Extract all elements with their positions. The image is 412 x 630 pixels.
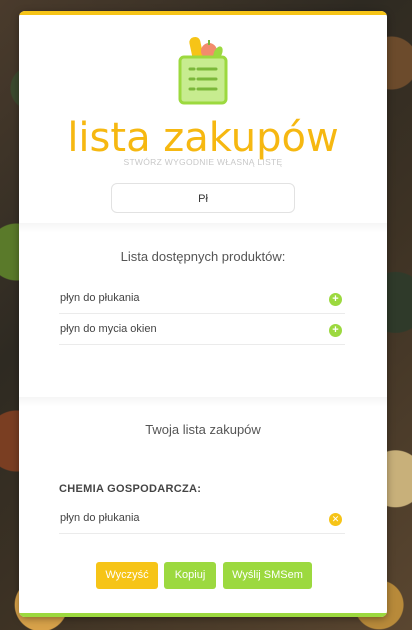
header: lista zakupów STWÓRZ WYGODNIE WŁASNĄ LIS… (19, 15, 387, 225)
shopping-list-card: lista zakupów STWÓRZ WYGODNIE WŁASNĄ LIS… (19, 11, 387, 617)
available-products-title: Lista dostępnych produktów: (120, 249, 286, 264)
section-divider (19, 223, 387, 233)
add-product-icon[interactable]: + (329, 293, 342, 306)
app-subtitle: STWÓRZ WYGODNIE WŁASNĄ LISTĘ (123, 157, 283, 167)
product-label: płyn do mycia okien (60, 323, 157, 335)
product-label: płyn do płukania (60, 512, 140, 524)
add-product-icon[interactable]: + (329, 324, 342, 337)
available-product-row[interactable]: płyn do mycia okien + (59, 315, 345, 345)
available-product-row[interactable]: płyn do płukania + (59, 284, 345, 314)
product-label: płyn do płukania (60, 292, 140, 304)
clear-button[interactable]: Wyczyść (96, 562, 158, 589)
app-title: lista zakupów (67, 115, 339, 161)
grocery-bag-icon (178, 36, 228, 105)
bottom-accent-bar (19, 613, 387, 617)
remove-product-icon[interactable]: ✕ (329, 513, 342, 526)
shopping-list-row[interactable]: płyn do płukania ✕ (59, 504, 345, 534)
shopping-list-title: Twoja lista zakupów (145, 422, 261, 437)
send-sms-button[interactable]: Wyślij SMSem (223, 562, 312, 589)
category-heading: CHEMIA GOSPODARCZA: (59, 483, 202, 495)
section-divider (19, 397, 387, 407)
copy-button[interactable]: Kopiuj (164, 562, 216, 589)
product-search-input[interactable]: Pł (111, 183, 295, 213)
